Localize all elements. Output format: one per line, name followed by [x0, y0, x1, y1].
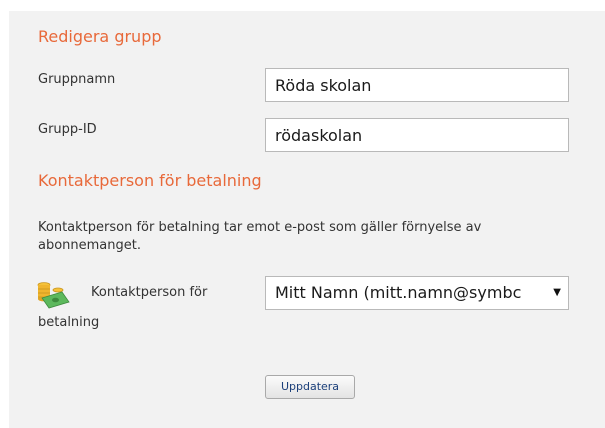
billing-contact-select[interactable]: Mitt Namn (mitt.namn@symbc ▼: [265, 276, 569, 310]
group-name-label: Gruppnamn: [38, 72, 116, 87]
dropdown-arrow-icon: ▼: [553, 287, 561, 298]
group-name-input[interactable]: [265, 68, 569, 102]
group-id-label: Grupp-ID: [38, 122, 97, 137]
billing-contact-title: Kontaktperson för betalning: [38, 171, 262, 190]
edit-group-panel: Redigera grupp Gruppnamn Grupp-ID Kontak…: [9, 11, 605, 428]
contact-label-continued: betalning: [38, 315, 100, 330]
edit-group-title: Redigera grupp: [38, 27, 162, 46]
billing-contact-selected-value: Mitt Namn (mitt.namn@symbc: [275, 283, 522, 302]
billing-contact-description: Kontaktperson för betalning tar emot e-p…: [38, 220, 482, 253]
contact-label: Kontaktperson för: [91, 285, 208, 300]
group-id-input[interactable]: [265, 118, 569, 152]
money-icon: [37, 282, 70, 309]
update-button[interactable]: Uppdatera: [265, 375, 355, 399]
